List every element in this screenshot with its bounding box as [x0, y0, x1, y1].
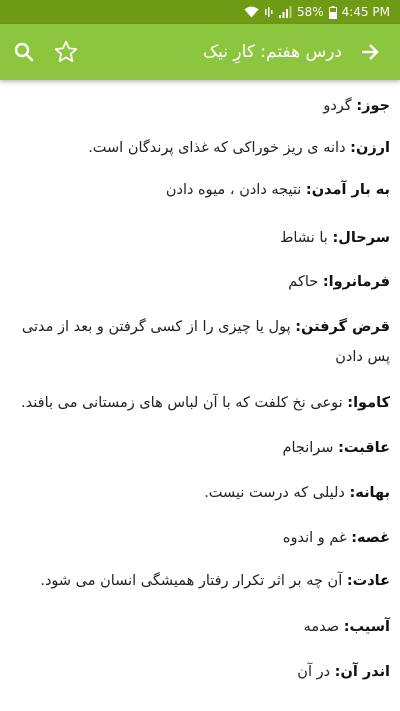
arrow-right-icon — [360, 42, 380, 62]
wifi-icon — [244, 6, 259, 18]
battery-percent: 58% — [296, 5, 324, 19]
star-outline-icon — [53, 39, 79, 65]
entry-term: غصه: — [351, 530, 390, 546]
entry-definition: صدمه — [303, 619, 344, 635]
entry-term: اندر آن: — [334, 664, 390, 680]
entry-term: عاقبت: — [338, 440, 390, 456]
list-item: آسیب: صدمه — [10, 612, 390, 642]
status-bar: 58% 4:45 PM — [0, 0, 400, 24]
list-item: قرض گرفتن: پول یا چیزی را از کسی گرفتن و… — [10, 312, 390, 372]
entry-term: فرمانروا: — [322, 274, 390, 290]
entry-definition: با نشاط — [279, 230, 333, 246]
entry-term: بهانه: — [349, 485, 391, 501]
signal-icon — [278, 6, 292, 18]
list-item: فرمانروا: حاکم — [10, 267, 390, 297]
entry-definition: گردو — [323, 98, 357, 114]
clock: 4:45 PM — [341, 5, 390, 19]
app-bar: درس هفتم: کارِ نیک — [0, 24, 400, 80]
entry-term: کاموا: — [347, 395, 390, 411]
entry-definition: آن چه بر اثر تکرار رفتار همیشگی انسان می… — [40, 573, 347, 589]
battery-icon — [328, 5, 337, 19]
list-item: جوز: گردو — [10, 91, 390, 121]
list-item: بهانه: دلیلی که درست نیست. — [10, 478, 390, 508]
entry-definition: در آن — [297, 664, 335, 680]
search-icon — [14, 42, 34, 62]
list-item: غصه: غم و اندوه — [10, 523, 390, 553]
list-item: عادت: آن چه بر اثر تکرار رفتار همیشگی ان… — [10, 566, 390, 596]
entry-definition: دانه ی ریز خوراکی که غذای پرندگان است. — [88, 140, 351, 156]
entry-term: ارزن: — [350, 140, 390, 156]
entry-term: سرحال: — [332, 230, 390, 246]
entry-definition: نوعی نخ کلفت که با آن لباس های زمستانی م… — [21, 395, 348, 411]
entry-definition: دلیلی که درست نیست. — [204, 485, 350, 501]
list-item: ارزن: دانه ی ریز خوراکی که غذای پرندگان … — [10, 133, 390, 163]
list-item: سرحال: با نشاط — [10, 223, 390, 253]
entry-definition: حاکم — [288, 274, 323, 290]
page-title: درس هفتم: کارِ نیک — [202, 42, 342, 62]
vocabulary-list[interactable]: جوز: گردو ارزن: دانه ی ریز خوراکی که غذا… — [0, 80, 400, 711]
status-indicators: 58% 4:45 PM — [244, 4, 390, 20]
entry-term: قرض گرفتن: — [295, 319, 390, 335]
back-button[interactable] — [350, 32, 390, 72]
entry-definition: نتیجه دادن ، میوه دادن — [165, 182, 306, 198]
search-button[interactable] — [4, 32, 44, 72]
entry-term: به بار آمدن: — [305, 182, 390, 198]
entry-definition: غم و اندوه — [282, 530, 352, 546]
mute-icon — [264, 6, 274, 18]
entry-term: جوز: — [356, 98, 390, 114]
list-item: کاموا: نوعی نخ کلفت که با آن لباس های زم… — [10, 388, 390, 418]
entry-term: آسیب: — [343, 619, 390, 635]
list-item: به بار آمدن: نتیجه دادن ، میوه دادن — [10, 175, 390, 205]
list-item: اندر آن: در آن — [10, 657, 390, 687]
list-item: عاقبت: سرانجام — [10, 433, 390, 463]
favorite-button[interactable] — [46, 32, 86, 72]
entry-term: عادت: — [346, 573, 390, 589]
entry-definition: سرانجام — [282, 440, 339, 456]
